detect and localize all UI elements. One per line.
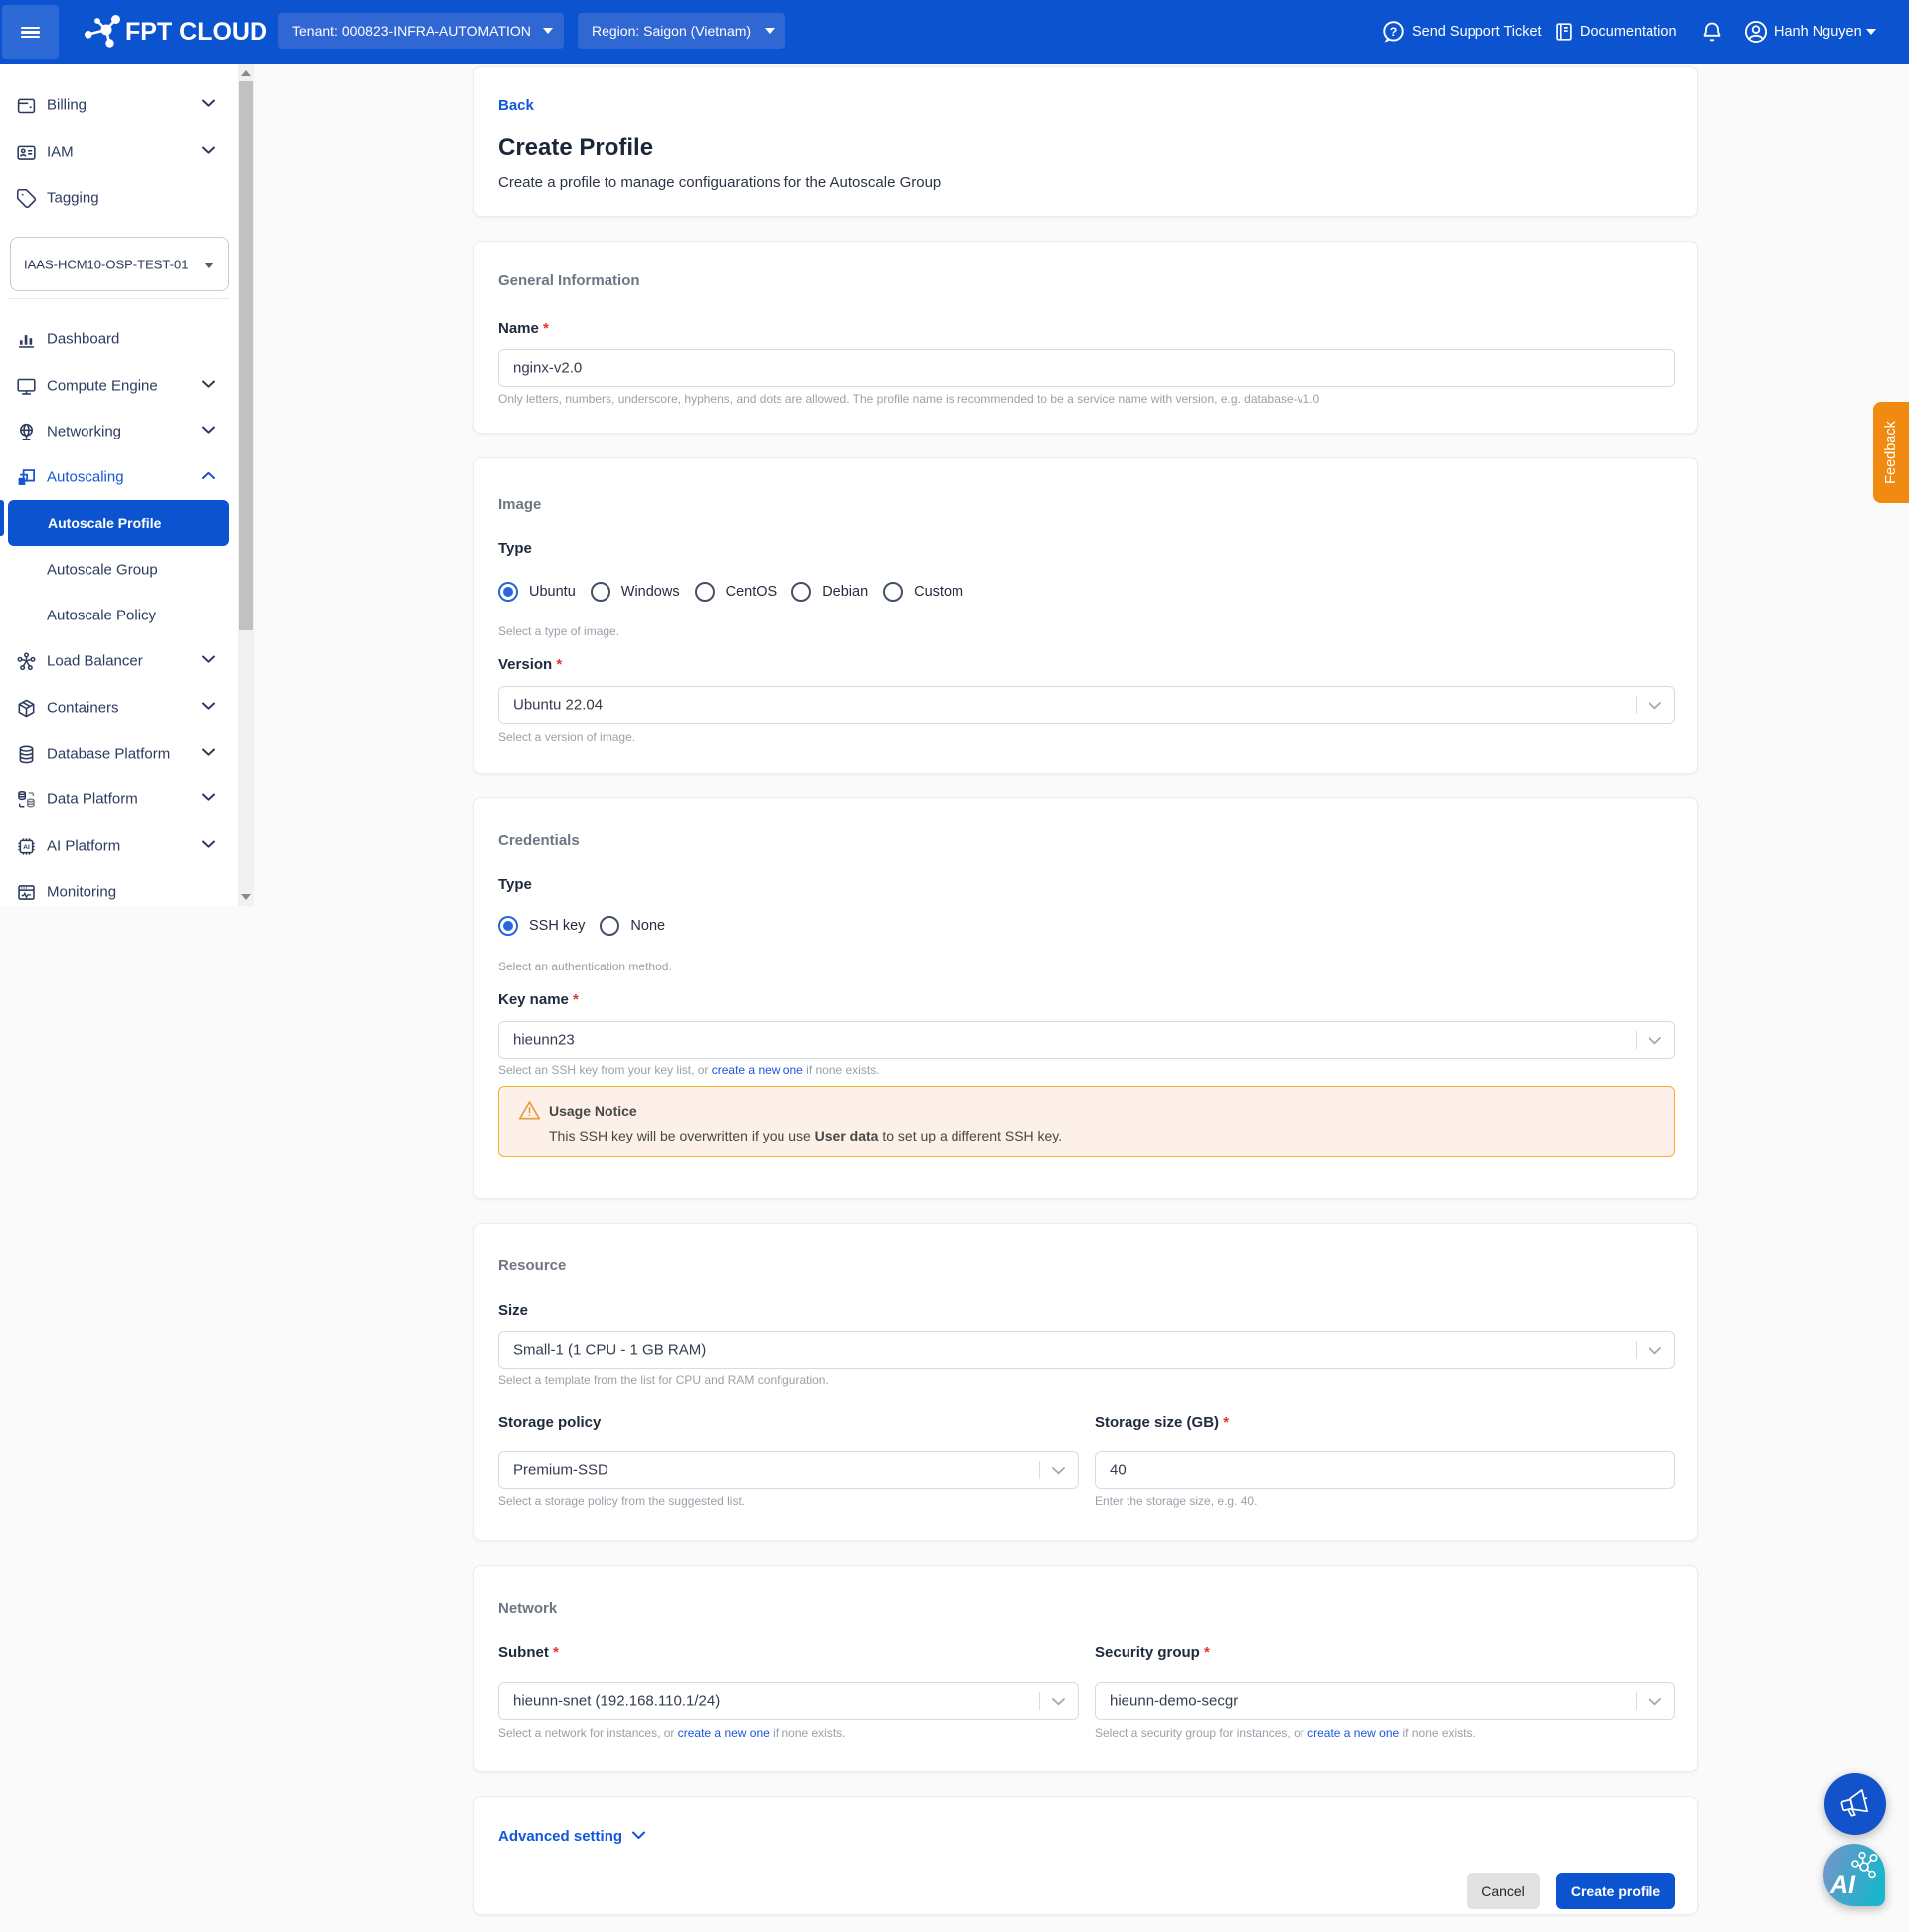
svg-text:AI: AI xyxy=(23,844,30,851)
svg-text:?: ? xyxy=(1390,25,1398,39)
